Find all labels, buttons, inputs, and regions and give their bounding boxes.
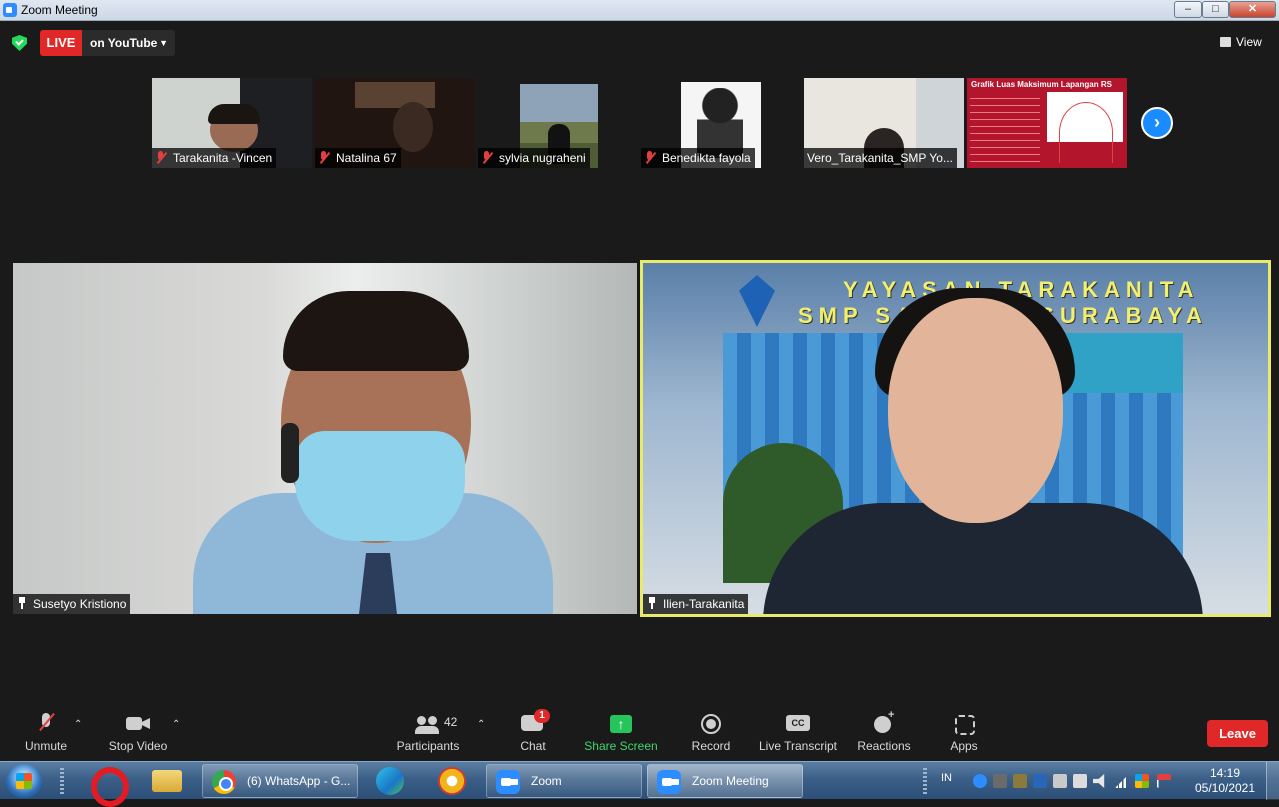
active-speaker-video-tile[interactable]: YAYASAN TARAKANITA SMP SANTA ... SURABAY… — [640, 260, 1271, 617]
closed-caption-icon — [786, 713, 810, 735]
zoom-logo-icon — [3, 3, 17, 17]
participant-thumbnail[interactable]: Benedikta fayola — [641, 78, 801, 168]
clock-date: 05/10/2021 — [1194, 781, 1256, 795]
participants-button[interactable]: Participants — [396, 705, 460, 761]
opera-browser-icon[interactable] — [76, 764, 132, 807]
meeting-controls-toolbar: Unmute ⌃ Stop Video ⌃ Participants 42 ⌃ … — [0, 705, 1279, 761]
start-button[interactable] — [6, 764, 42, 798]
participant-name-label: Vero_Tarakanita_SMP Yo... — [804, 148, 957, 168]
apps-button[interactable]: Apps — [946, 705, 982, 761]
share-screen-button[interactable]: Share Screen — [584, 705, 658, 761]
participant-thumbnail[interactable]: Tarakanita -Vincen — [152, 78, 312, 168]
participant-name-label: Natalina 67 — [315, 148, 401, 168]
participant-name-label: Tarakanita -Vincen — [152, 148, 277, 168]
pin-icon — [17, 597, 27, 609]
live-transcript-button[interactable]: Live Transcript — [757, 705, 839, 761]
stop-video-button[interactable]: Stop Video — [106, 705, 170, 761]
window-titlebar: Zoom Meeting – □ ✕ — [0, 0, 1279, 21]
camera-icon — [126, 713, 150, 735]
participant-thumbnail[interactable]: Vero_Tarakanita_SMP Yo... — [804, 78, 964, 168]
chat-unread-badge: 1 — [534, 709, 550, 723]
view-button[interactable]: View — [1220, 34, 1262, 50]
mic-muted-icon — [39, 713, 53, 735]
zoom-app-window: Zoom Meeting – □ ✕ LIVE on YouTube ▼ Vie… — [0, 0, 1279, 807]
record-button[interactable]: Record — [689, 705, 733, 761]
pin-icon — [647, 597, 657, 609]
shared-slide: Grafik Luas Maksimum Lapangan RS — [967, 78, 1127, 168]
livestream-target-label: on YouTube — [90, 36, 158, 50]
live-indicator-button[interactable]: LIVE — [40, 30, 82, 56]
meeting-topbar: LIVE on YouTube ▼ View — [0, 21, 1279, 65]
show-desktop-button[interactable] — [1266, 762, 1279, 800]
reactions-button[interactable]: Reactions — [855, 705, 913, 761]
main-video-tile[interactable]: Susetyo Kristiono — [13, 263, 637, 614]
taskbar-item-zoom-meeting[interactable]: Zoom Meeting — [647, 764, 803, 798]
view-label: View — [1236, 35, 1262, 49]
participant-name-label: Benedikta fayola — [641, 148, 755, 168]
unmute-button[interactable]: Unmute — [20, 705, 72, 761]
grid-view-icon — [1220, 37, 1231, 47]
participant-name-label: Susetyo Kristiono — [13, 594, 131, 614]
app-tray-icon[interactable] — [1013, 774, 1027, 788]
app-tray-icon[interactable] — [1053, 774, 1067, 788]
app-tray-icon[interactable] — [1033, 774, 1047, 788]
minimize-button[interactable]: – — [1174, 1, 1202, 18]
window-title: Zoom Meeting — [21, 3, 98, 17]
video-options-caret[interactable]: ⌃ — [172, 719, 180, 730]
participant-thumbnail[interactable]: sylvia nugraheni — [478, 78, 638, 168]
mic-muted-icon — [644, 151, 656, 164]
slide-graph — [1047, 92, 1123, 163]
taskbar-item-chrome-whatsapp[interactable]: (6) WhatsApp - G... — [202, 764, 358, 798]
zoom-tray-icon[interactable] — [973, 774, 987, 788]
record-icon — [701, 713, 721, 735]
participants-count: 42 — [444, 715, 458, 729]
next-page-button[interactable]: › — [1141, 107, 1173, 139]
zoom-icon — [657, 770, 681, 794]
participant-name-label: Ilien-Tarakanita — [643, 594, 749, 614]
participants-options-caret[interactable]: ⌃ — [477, 719, 485, 730]
system-clock[interactable]: 14:19 05/10/2021 — [1190, 766, 1260, 796]
app-tray-icon[interactable] — [1135, 774, 1149, 788]
mic-muted-icon — [481, 151, 493, 164]
livestream-target-dropdown[interactable]: on YouTube ▼ — [82, 30, 175, 56]
leave-meeting-button[interactable]: Leave — [1207, 720, 1268, 747]
chevron-down-icon: ▼ — [159, 38, 168, 48]
encryption-shield-icon[interactable] — [12, 35, 27, 51]
mic-muted-icon — [318, 151, 330, 164]
smiley-add-icon — [872, 709, 896, 735]
taskbar-item-zoom[interactable]: Zoom — [486, 764, 642, 798]
file-explorer-icon[interactable] — [138, 764, 194, 798]
app-tray-icon[interactable] — [993, 774, 1007, 788]
action-center-flag-icon[interactable] — [1157, 774, 1171, 788]
maximize-button[interactable]: □ — [1202, 1, 1229, 18]
shared-slide-thumbnail[interactable]: Grafik Luas Maksimum Lapangan RS — [967, 78, 1127, 168]
mic-muted-icon — [155, 151, 167, 164]
language-indicator[interactable]: IN — [941, 772, 952, 784]
system-tray: IN 14:19 05/10/2021 — [923, 762, 1279, 800]
windows-taskbar: (6) WhatsApp - G... Zoom Zoom Meeting IN… — [0, 761, 1279, 807]
zoom-icon — [496, 770, 520, 794]
edge-browser-icon[interactable] — [362, 764, 418, 798]
taskbar-grip — [923, 768, 927, 794]
password-manager-icon[interactable] — [424, 764, 480, 798]
participant-thumbnail[interactable]: Natalina 67 — [315, 78, 475, 168]
participant-name-label: sylvia nugraheni — [478, 148, 590, 168]
taskbar-grip — [60, 768, 64, 794]
apps-icon — [953, 713, 975, 735]
participants-icon — [415, 713, 441, 735]
audio-options-caret[interactable]: ⌃ — [74, 719, 82, 730]
clock-time: 14:19 — [1209, 766, 1241, 780]
close-window-button[interactable]: ✕ — [1229, 1, 1276, 18]
chrome-icon — [212, 770, 236, 794]
network-signal-icon[interactable] — [1115, 774, 1129, 788]
share-screen-icon — [610, 713, 632, 735]
power-plug-icon[interactable] — [1073, 774, 1087, 788]
school-emblem-icon — [739, 275, 775, 327]
slide-title: Grafik Luas Maksimum Lapangan RS — [971, 80, 1112, 89]
volume-icon[interactable] — [1093, 774, 1105, 788]
